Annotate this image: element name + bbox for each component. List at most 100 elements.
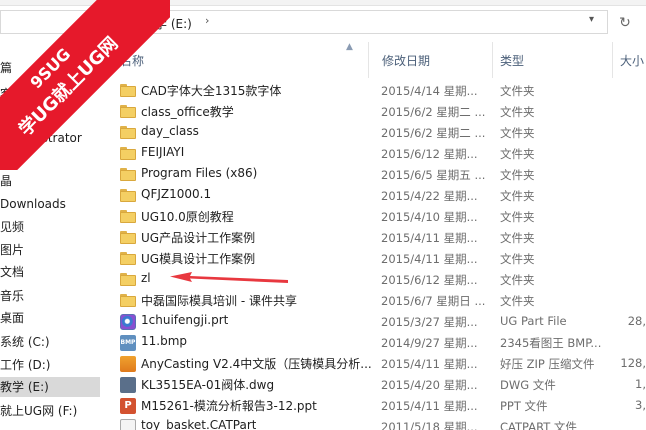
folder-icon (120, 189, 136, 202)
file-date: 2015/4/11 星期... (381, 357, 478, 371)
file-name: UG产品设计工作案例 (141, 231, 256, 245)
file-type: 文件夹 (500, 168, 535, 182)
file-type: UG Part File (500, 314, 567, 328)
folder-icon (120, 126, 136, 139)
file-name: M15261-模流分析報告3-12.ppt (141, 399, 317, 413)
folder-icon (120, 147, 136, 160)
column-divider[interactable] (492, 42, 493, 78)
column-type[interactable]: 类型 (500, 52, 524, 69)
nav-item[interactable]: Downloads (0, 194, 100, 214)
file-name: day_class (141, 124, 199, 138)
file-type: 2345看图王 BMP... (500, 336, 602, 350)
file-row[interactable]: UG10.0原创教程 2015/4/10 星期... 文件夹 (106, 206, 646, 227)
column-size[interactable]: 大小 (620, 52, 644, 69)
file-type: CATPART 文件 (500, 420, 577, 430)
file-date: 2014/9/27 星期... (381, 336, 478, 350)
sort-up-icon: ▲ (346, 42, 353, 52)
file-type: 文件夹 (500, 189, 535, 203)
file-row[interactable]: day_class 2015/6/2 星期二 ... 文件夹 (106, 122, 646, 143)
folder-icon (120, 210, 136, 223)
file-row[interactable]: FEIJIAYI 2015/6/12 星期... 文件夹 (106, 143, 646, 164)
breadcrumb-current[interactable]: 教学 (E:) (143, 15, 192, 32)
column-name[interactable]: 名称 (120, 52, 144, 69)
file-row[interactable]: UG产品设计工作案例 2015/4/11 星期... 文件夹 (106, 227, 646, 248)
nav-item[interactable]: 篇 (0, 58, 100, 78)
folder-icon (120, 252, 136, 265)
refresh-button[interactable]: ↻ (612, 12, 638, 34)
file-name: Program Files (x86) (141, 166, 258, 180)
ppt-file-icon: P (120, 398, 136, 414)
navigation-pane: 篇客 Administrator 晶 Downloads 见频图片 文档音乐 桌面系统 (C… (0, 40, 106, 430)
column-header: ▲ 名称 修改日期 类型 大小 (106, 40, 646, 80)
breadcrumb-chevron-icon[interactable]: › (127, 14, 131, 27)
file-type: 好压 ZIP 压缩文件 (500, 357, 595, 371)
file-date: 2015/6/12 星期... (381, 147, 478, 161)
file-size: 3, (635, 398, 646, 412)
file-date: 2015/4/14 星期... (381, 84, 478, 98)
file-name: toy_basket.CATPart (141, 418, 257, 430)
address-bar[interactable]: › 教学 (E:) › ▾ (0, 10, 608, 34)
file-row[interactable]: KL3515EA-01阀体.dwg 2015/4/20 星期... DWG 文件 1, (106, 374, 646, 395)
file-date: 2015/6/7 星期日 ... (381, 294, 486, 308)
nav-item[interactable]: 工作 (D:) (0, 355, 100, 375)
file-size: 1, (635, 377, 646, 391)
file-name: class_office教学 (141, 105, 234, 119)
file-row[interactable]: 1chuifengji.prt 2015/3/27 星期... UG Part Fi… (106, 311, 646, 332)
file-type: 文件夹 (500, 126, 535, 140)
file-date: 2015/4/11 星期... (381, 231, 478, 245)
nav-item[interactable]: 音乐 (0, 286, 100, 306)
prt-file-icon (120, 314, 136, 330)
file-date: 2015/4/11 星期... (381, 399, 478, 413)
column-divider[interactable] (612, 42, 613, 78)
file-size: 128, (620, 356, 646, 370)
file-type: DWG 文件 (500, 378, 556, 392)
bmp-file-icon: BMP (120, 335, 136, 351)
file-type: 文件夹 (500, 231, 535, 245)
nav-item[interactable]: 系统 (C:) (0, 332, 100, 352)
breadcrumb-chevron-icon[interactable]: › (205, 14, 209, 27)
red-arrow-annotation (170, 272, 288, 283)
file-type: 文件夹 (500, 147, 535, 161)
nav-item[interactable]: 文档 (0, 262, 100, 282)
file-date: 2015/6/2 星期二 ... (381, 126, 486, 140)
file-name: KL3515EA-01阀体.dwg (141, 378, 275, 392)
folder-icon (120, 168, 136, 181)
folder-icon (120, 273, 136, 286)
file-date: 2015/6/5 星期五 ... (381, 168, 486, 182)
file-row[interactable]: P M15261-模流分析報告3-12.ppt 2015/4/11 星期... PPT… (106, 395, 646, 416)
nav-item[interactable]: 教学 (E:) (0, 377, 100, 397)
address-dropdown-icon[interactable]: ▾ (589, 14, 594, 25)
file-name: AnyCasting V2.4中文版（压铸模具分析... (141, 357, 371, 371)
column-divider[interactable] (368, 42, 369, 78)
file-row[interactable]: class_office教学 2015/6/2 星期二 ... 文件夹 (106, 101, 646, 122)
zip-file-icon (120, 356, 136, 372)
file-row[interactable]: BMP 11.bmp 2014/9/27 星期... 2345看图王 BMP... (106, 332, 646, 353)
file-row[interactable]: toy_basket.CATPart 2011/5/18 星期... CATPART… (106, 416, 646, 430)
file-date: 2011/5/18 星期... (381, 420, 478, 430)
nav-item[interactable]: 图片 (0, 240, 100, 260)
file-row[interactable]: AnyCasting V2.4中文版（压铸模具分析... 2015/4/11 星期… (106, 353, 646, 374)
folder-icon (120, 84, 136, 97)
nav-item[interactable]: 客 (0, 84, 100, 104)
column-date[interactable]: 修改日期 (382, 52, 430, 69)
file-row[interactable]: QFJZ1000.1 2015/4/22 星期... 文件夹 (106, 185, 646, 206)
file-type: 文件夹 (500, 210, 535, 224)
nav-item[interactable]: Administrator (0, 128, 100, 148)
file-type: PPT 文件 (500, 399, 548, 413)
nav-item[interactable]: 晶 (0, 171, 100, 191)
file-row[interactable]: CAD字体大全1315款字体 2015/4/14 星期... 文件夹 (106, 80, 646, 101)
file-name: 1chuifengji.prt (141, 313, 229, 327)
file-date: 2015/4/22 星期... (381, 189, 478, 203)
nav-item[interactable]: 就上UG网 (F:) (0, 401, 100, 421)
nav-item[interactable]: 桌面 (0, 308, 100, 328)
folder-icon (120, 231, 136, 244)
nav-item[interactable]: 见频 (0, 217, 100, 237)
file-name: UG10.0原创教程 (141, 210, 234, 224)
file-row[interactable]: Program Files (x86) 2015/6/5 星期五 ... 文件夹 (106, 164, 646, 185)
file-name: 11.bmp (141, 334, 188, 348)
file-type: 文件夹 (500, 105, 535, 119)
file-type: 文件夹 (500, 84, 535, 98)
file-type: 文件夹 (500, 273, 535, 287)
arrow-shaft (170, 272, 288, 283)
folder-icon (120, 105, 136, 118)
